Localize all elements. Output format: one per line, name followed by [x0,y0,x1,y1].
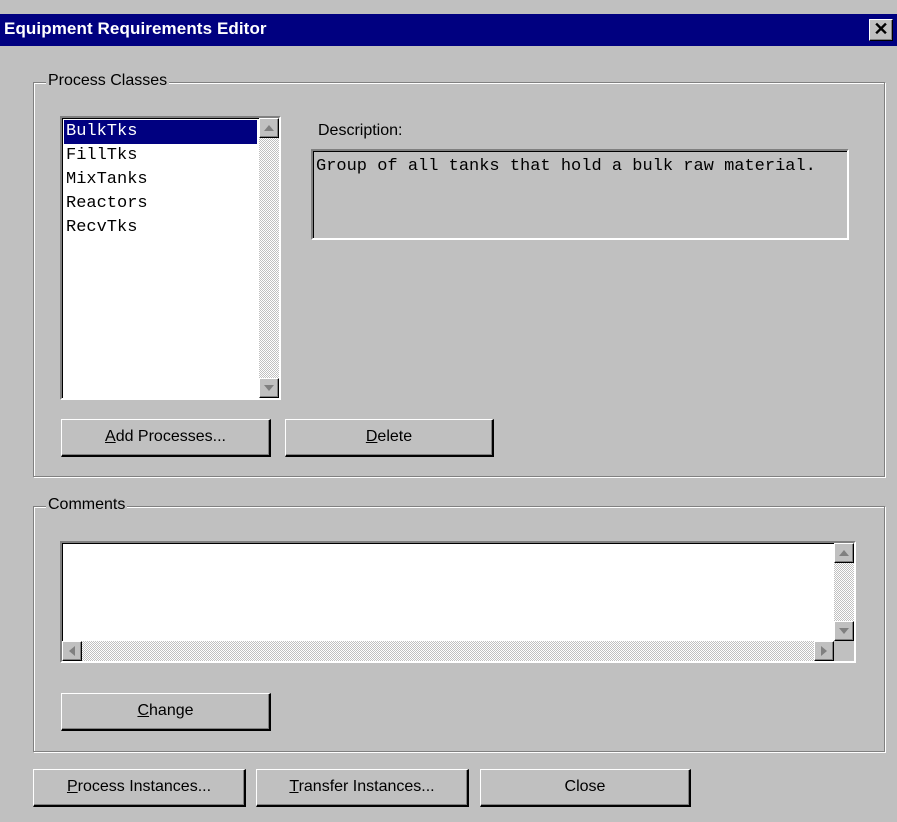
delete-mnemonic: D [365,428,378,445]
comments-vertical-scrollbar[interactable] [834,543,854,641]
process-instances-mnemonic: P [66,778,78,795]
scroll-down-button[interactable] [259,378,279,398]
arrow-down-icon [839,628,849,634]
list-item[interactable]: BulkTks [64,120,257,144]
arrow-right-icon [821,646,827,656]
close-icon[interactable]: ✕ [869,19,893,41]
comments-scroll-up-button[interactable] [834,543,854,563]
process-instances-label: rocess Instances... [77,778,212,795]
transfer-instances-button[interactable]: Transfer Instances... [256,769,469,807]
list-item[interactable]: RecvTks [64,216,257,240]
arrow-down-icon [264,385,274,391]
comments-textarea[interactable] [60,541,856,663]
transfer-instances-label: ransfer Instances... [298,778,435,795]
close-label: Close [564,778,606,795]
add-processes-mnemonic: A [105,428,116,445]
transfer-instances-mnemonic: T [289,778,299,795]
process-instances-button[interactable]: Process Instances... [33,769,246,807]
add-processes-label: dd Processes... [115,428,226,445]
comments-scroll-down-button[interactable] [834,621,854,641]
list-item[interactable]: Reactors [64,192,257,216]
change-mnemonic: C [137,702,150,719]
description-field: Group of all tanks that hold a bulk raw … [311,149,849,240]
process-classes-label: Process Classes [46,72,170,90]
title-bar[interactable]: Equipment Requirements Editor ✕ [0,14,897,46]
close-button[interactable]: Close [480,769,691,807]
comments-label: Comments [46,496,128,514]
arrow-up-icon [264,125,274,131]
delete-button[interactable]: Delete [285,419,494,457]
scroll-up-button[interactable] [259,118,279,138]
description-label: Description: [318,122,403,139]
comments-horizontal-scrollbar[interactable] [62,641,834,661]
comments-scroll-left-button[interactable] [62,641,82,661]
arrow-left-icon [69,646,75,656]
process-classes-list: BulkTks FillTks MixTanks Reactors RecvTks [64,120,257,240]
scrollbar-corner [834,641,854,661]
list-item[interactable]: FillTks [64,144,257,168]
delete-label: elete [377,428,413,445]
arrow-up-icon [839,550,849,556]
list-item[interactable]: MixTanks [64,168,257,192]
listbox-vertical-scrollbar[interactable] [259,118,279,398]
equipment-requirements-editor-window: Equipment Requirements Editor ✕ Process … [0,0,897,822]
add-processes-button[interactable]: Add Processes... [61,419,271,457]
window-title: Equipment Requirements Editor [4,19,267,38]
comments-scroll-right-button[interactable] [814,641,834,661]
change-button[interactable]: Change [61,693,271,731]
process-classes-listbox[interactable]: BulkTks FillTks MixTanks Reactors RecvTks [60,116,281,400]
change-label: hange [149,702,194,719]
